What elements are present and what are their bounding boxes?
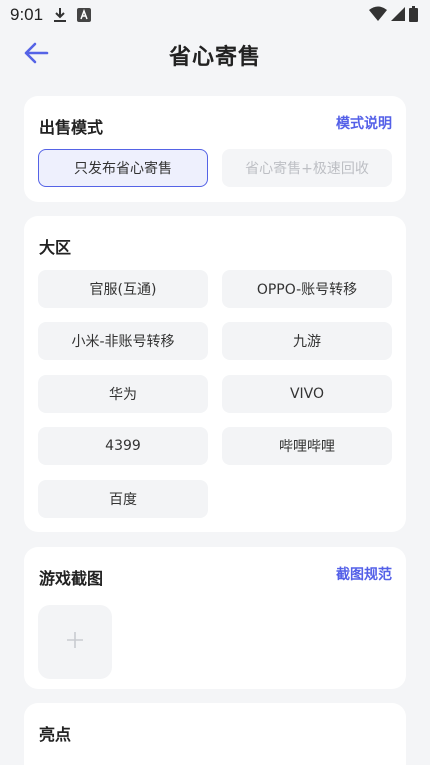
highlights-title: 亮点 [39,725,72,744]
app-notification-icon [77,8,92,22]
upload-screenshot-button[interactable] [38,605,112,679]
region-option-xiaomi[interactable]: 小米-非账号转移 [38,322,208,360]
screenshot-guidelines-link[interactable]: 截图规范 [336,564,392,584]
region-option-jiuyou[interactable]: 九游 [222,322,392,360]
region-option-huawei[interactable]: 华为 [38,375,208,413]
region-title: 大区 [39,238,72,257]
back-button[interactable] [20,40,52,70]
screenshots-card: 游戏截图 截图规范 [24,547,406,689]
signal-icon [391,6,405,22]
header: 省心寄售 [0,30,430,80]
region-option-bilibili[interactable]: 哔哩哔哩 [222,427,392,465]
screenshots-title: 游戏截图 [39,569,104,588]
region-option-4399[interactable]: 4399 [38,427,208,465]
status-bar: 9:01 [0,0,430,30]
wifi-icon [369,6,387,22]
plus-icon [66,631,84,653]
region-option-oppo[interactable]: OPPO-账号转移 [222,270,392,308]
mode-option-consign-only[interactable]: 只发布省心寄售 [38,149,208,187]
highlights-card: 亮点 [24,703,406,765]
mode-option-consign-quick-recycle[interactable]: 省心寄售+极速回收 [222,149,392,187]
status-time: 9:01 [10,5,44,24]
region-option-baidu[interactable]: 百度 [38,480,208,518]
page-title: 省心寄售 [168,45,261,70]
sale-mode-title: 出售模式 [39,118,104,137]
region-option-official[interactable]: 官服(互通) [38,270,208,308]
region-card: 大区 官服(互通) OPPO-账号转移 小米-非账号转移 九游 华为 VIVO … [24,216,406,532]
download-icon [53,7,67,23]
battery-icon [409,6,418,22]
region-option-vivo[interactable]: VIVO [222,375,392,413]
mode-explanation-link[interactable]: 模式说明 [336,113,392,133]
arrow-left-icon [23,42,49,68]
sale-mode-card: 出售模式 模式说明 只发布省心寄售 省心寄售+极速回收 [24,96,406,202]
